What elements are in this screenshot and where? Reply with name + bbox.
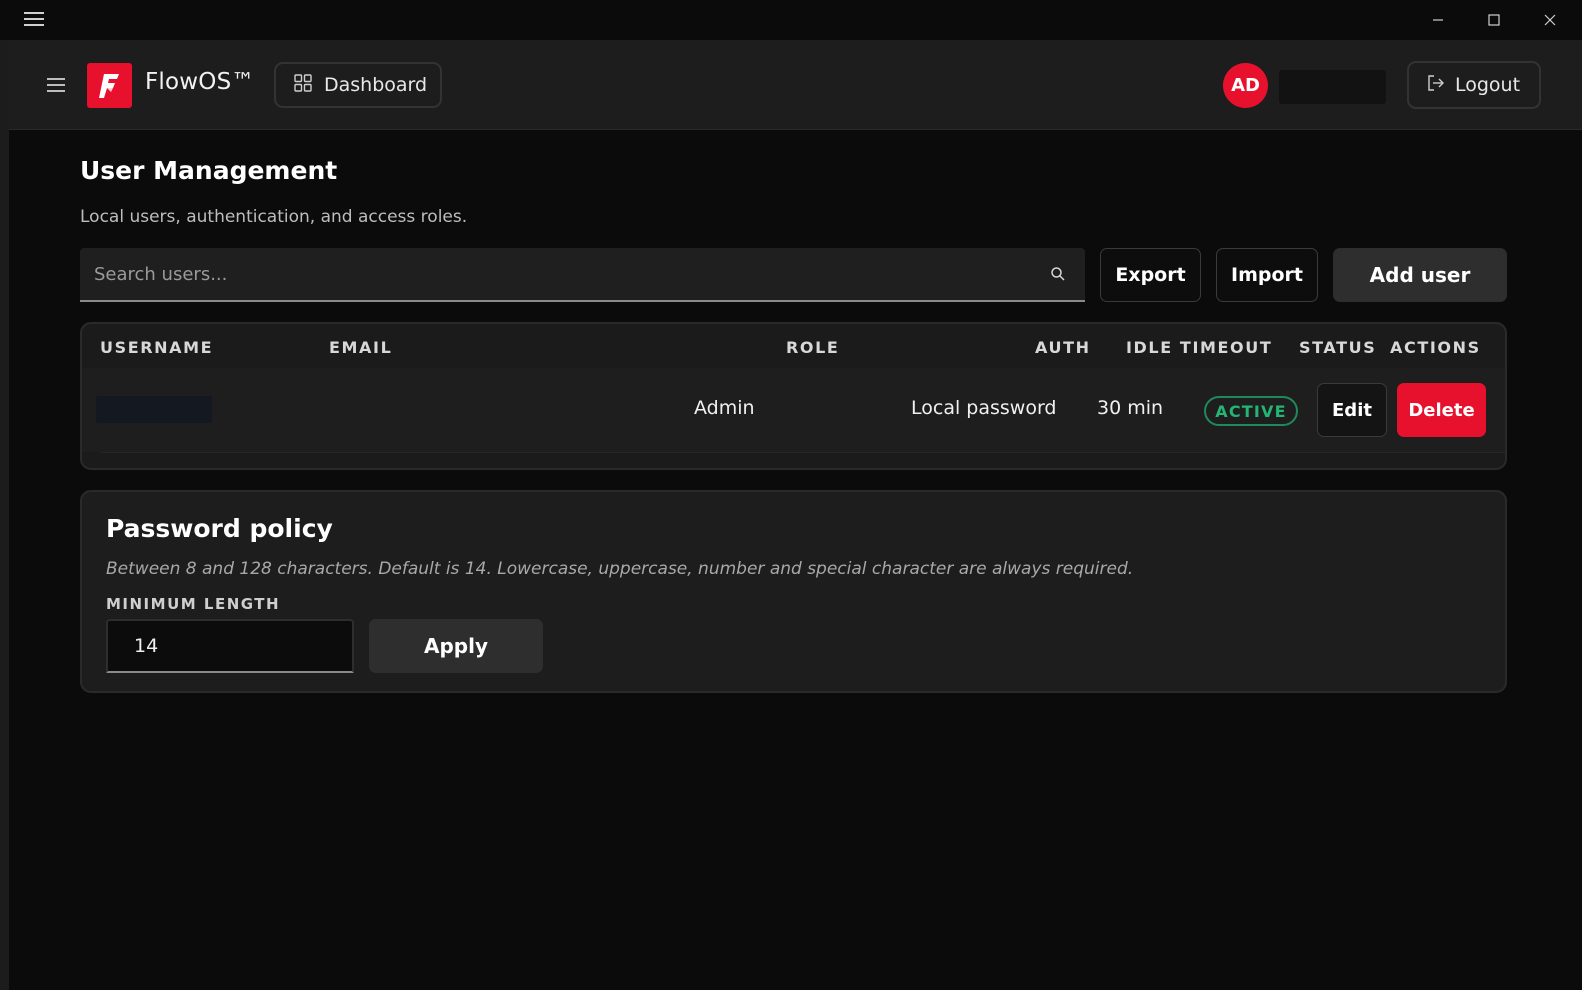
search-icon[interactable] (1050, 266, 1066, 286)
users-table: USERNAME EMAIL ROLE AUTH IDLE TIMEOUT ST… (80, 322, 1507, 470)
brand-name: FlowOS™ (145, 69, 255, 95)
add-user-button[interactable]: Add user (1333, 248, 1507, 302)
search-box (80, 248, 1085, 302)
minimize-icon[interactable] (1418, 6, 1458, 34)
maximize-icon[interactable] (1474, 6, 1514, 34)
close-icon[interactable] (1530, 6, 1570, 34)
column-header-status[interactable]: STATUS (1299, 338, 1376, 357)
export-button[interactable]: Export (1100, 248, 1201, 302)
logout-icon (1427, 74, 1445, 97)
policy-title: Password policy (106, 514, 333, 543)
column-header-actions: ACTIONS (1390, 338, 1481, 357)
dashboard-button[interactable]: Dashboard (274, 62, 442, 108)
user-name-redacted (1279, 70, 1386, 104)
logout-button[interactable]: Logout (1407, 61, 1541, 109)
auth-cell: Local password (911, 397, 1057, 419)
brand-logo[interactable] (87, 63, 132, 108)
min-length-input[interactable] (106, 619, 354, 673)
import-button[interactable]: Import (1216, 248, 1318, 302)
avatar[interactable]: AD (1223, 63, 1268, 108)
page-title: User Management (80, 156, 338, 185)
role-cell: Admin (694, 397, 755, 419)
logout-label: Logout (1455, 74, 1521, 96)
username-redacted (96, 396, 212, 423)
password-policy-card: Password policy Between 8 and 128 charac… (80, 490, 1507, 693)
window-titlebar (0, 0, 1582, 40)
policy-description: Between 8 and 128 characters. Default is… (106, 559, 1134, 579)
column-header-role[interactable]: ROLE (786, 338, 839, 357)
hamburger-icon[interactable] (24, 12, 44, 28)
hamburger-icon[interactable] (47, 78, 65, 92)
dashboard-label: Dashboard (324, 74, 428, 96)
table-row[interactable]: Admin Local password 30 min ACTIVE Edit … (82, 368, 1505, 453)
grid-icon (294, 73, 312, 97)
column-header-idle-timeout[interactable]: IDLE TIMEOUT (1126, 338, 1272, 357)
page-subtitle: Local users, authentication, and access … (80, 207, 468, 227)
status-badge: ACTIVE (1204, 396, 1298, 426)
edit-button[interactable]: Edit (1317, 383, 1387, 437)
app-header: FlowOS™ Dashboard AD Logout (9, 40, 1582, 130)
delete-button[interactable]: Delete (1397, 383, 1486, 437)
left-rail (0, 40, 9, 990)
row-divider (100, 452, 1505, 453)
apply-button[interactable]: Apply (369, 619, 543, 673)
column-header-auth[interactable]: AUTH (1035, 338, 1091, 357)
min-length-label: MINIMUM LENGTH (106, 595, 281, 613)
column-header-username[interactable]: USERNAME (100, 338, 213, 357)
idle-timeout-cell: 30 min (1097, 397, 1164, 419)
column-header-email[interactable]: EMAIL (329, 338, 392, 357)
search-input[interactable] (80, 248, 1030, 300)
